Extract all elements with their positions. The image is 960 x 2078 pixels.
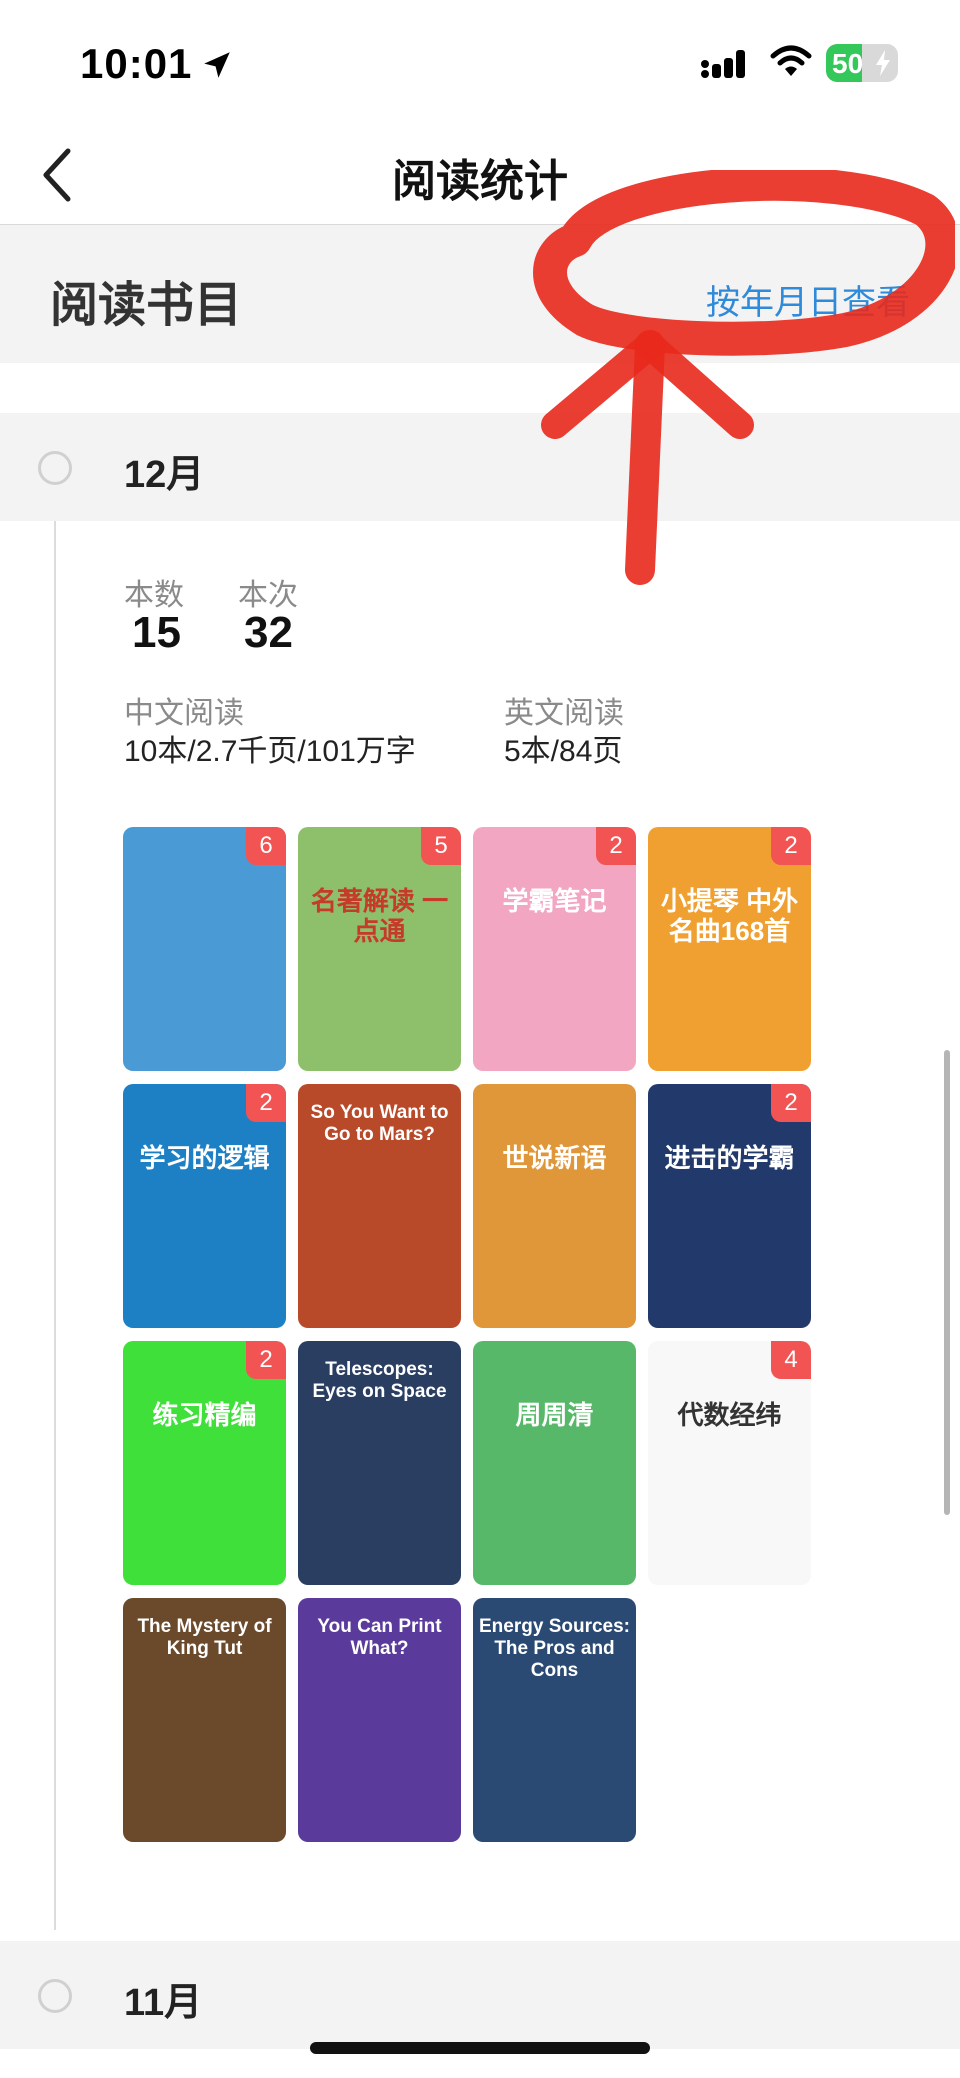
read-count-badge: 2 xyxy=(771,827,811,865)
book-cover[interactable]: 名著解读 一点通 5 xyxy=(298,827,461,1071)
book-cover[interactable]: 代数经纬 4 xyxy=(648,1341,811,1585)
book-cover[interactable]: Energy Sources: The Pros and Cons xyxy=(473,1598,636,1842)
wifi-icon xyxy=(770,45,812,76)
english-reading-value: 5本/84页 xyxy=(504,735,623,768)
book-cover[interactable]: Telescopes: Eyes on Space xyxy=(298,1341,461,1585)
navigation-bar: 阅读统计 xyxy=(0,125,960,225)
book-cover[interactable]: You Can Print What? xyxy=(298,1598,461,1842)
chinese-reading-value: 10本/2.7千页/101万字 xyxy=(124,735,416,768)
month-label: 12月 xyxy=(124,454,205,496)
timeline-dot xyxy=(38,451,72,485)
read-count-badge: 5 xyxy=(421,827,461,865)
book-cover[interactable]: The Mystery of King Tut xyxy=(123,1598,286,1842)
book-title: Telescopes: Eyes on Space xyxy=(312,1359,447,1402)
book-title: 代数经纬 xyxy=(677,1400,782,1430)
book-title: 进击的学霸 xyxy=(664,1143,795,1173)
book-cover[interactable]: 小提琴 中外名曲168首 2 xyxy=(648,827,811,1071)
book-title: So You Want to Go to Mars? xyxy=(310,1102,449,1145)
status-time: 10:01 xyxy=(80,40,193,87)
book-title: The Mystery of King Tut xyxy=(137,1616,272,1659)
book-title: 学习的逻辑 xyxy=(139,1143,270,1173)
location-arrow-icon xyxy=(204,52,230,78)
book-cover[interactable]: 练习精编 2 xyxy=(123,1341,286,1585)
book-cover[interactable]: 周周清 xyxy=(473,1341,636,1585)
book-count-value: 15 xyxy=(132,608,181,657)
month-label: 11月 xyxy=(124,1982,203,2024)
read-count-badge: 2 xyxy=(771,1084,811,1122)
home-indicator xyxy=(310,2042,650,2054)
battery-indicator: 50 xyxy=(826,44,898,82)
month-header-november[interactable]: 11月 xyxy=(0,1941,960,2049)
book-cover[interactable]: 学习的逻辑 2 xyxy=(123,1084,286,1328)
read-count-badge: 2 xyxy=(246,1084,286,1122)
charging-bolt-icon xyxy=(876,50,890,76)
month-header-december[interactable]: 12月 xyxy=(0,413,960,521)
timeline-line xyxy=(54,480,56,1930)
cellular-signal-icon xyxy=(701,50,745,78)
book-cover[interactable]: 世说新语 xyxy=(473,1084,636,1328)
view-by-date-link[interactable]: 按年月日查看 xyxy=(706,275,910,324)
book-title: 周周清 xyxy=(515,1400,594,1430)
reading-list-header: 阅读书目 按年月日查看 xyxy=(0,225,960,363)
book-title: 练习精编 xyxy=(152,1400,257,1430)
book-cover[interactable]: 学霸笔记 2 xyxy=(473,827,636,1071)
read-count-badge: 4 xyxy=(771,1341,811,1379)
battery-percent: 50 xyxy=(832,48,864,79)
status-bar: 10:01 50 xyxy=(0,0,960,125)
section-title: 阅读书目 xyxy=(50,279,243,332)
book-title: You Can Print What? xyxy=(317,1616,442,1659)
book-title: Energy Sources: The Pros and Cons xyxy=(479,1616,630,1681)
timeline-dot xyxy=(38,1979,72,2013)
book-cover[interactable]: So You Want to Go to Mars? xyxy=(298,1084,461,1328)
book-title: 小提琴 中外名曲168首 xyxy=(660,886,799,946)
book-title: 名著解读 一点通 xyxy=(310,886,449,946)
book-title: 学霸笔记 xyxy=(502,886,607,916)
book-cover[interactable]: 进击的学霸 2 xyxy=(648,1084,811,1328)
page-title: 阅读统计 xyxy=(392,157,568,206)
book-cover[interactable]: 6 xyxy=(123,827,286,1071)
read-count-badge: 2 xyxy=(246,1341,286,1379)
scroll-indicator xyxy=(944,1050,950,1515)
book-title: 世说新语 xyxy=(502,1143,607,1173)
read-count-badge: 2 xyxy=(596,827,636,865)
read-times-value: 32 xyxy=(244,608,293,657)
read-count-badge: 6 xyxy=(246,827,286,865)
